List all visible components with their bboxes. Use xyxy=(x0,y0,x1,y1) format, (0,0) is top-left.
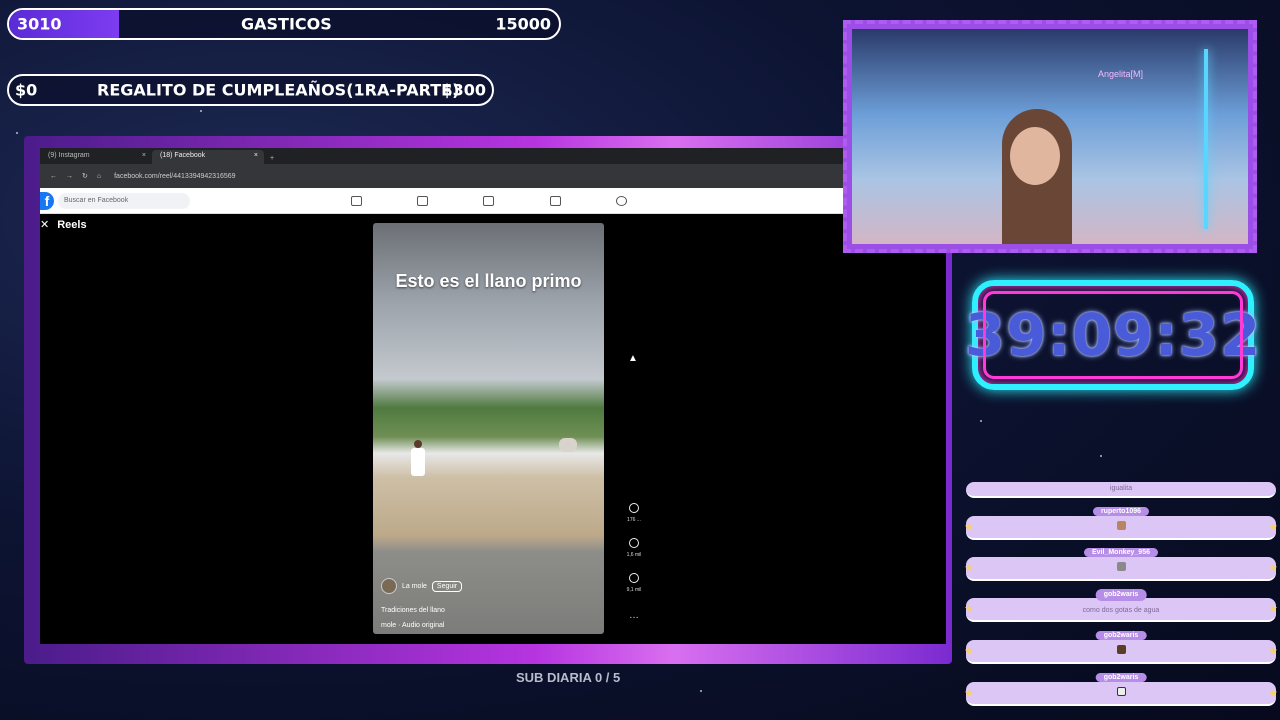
comment-button[interactable]: 1,6 mil xyxy=(624,538,644,558)
chat-username: ruperto1096 xyxy=(1092,507,1150,516)
tab-instagram[interactable]: (9) Instagram × xyxy=(40,150,152,164)
emote-icon xyxy=(1116,562,1126,571)
like-count: 176 ... xyxy=(627,517,641,523)
star-icon: ★ xyxy=(964,687,974,700)
reels-title: Reels xyxy=(57,219,87,231)
url-text[interactable]: facebook.com/reel/4413394942316569 xyxy=(114,173,235,180)
share-icon xyxy=(629,573,639,583)
star xyxy=(980,420,982,422)
chat-text: como dos gotas de agua xyxy=(1082,607,1160,614)
video-caption: Esto es el llano primo xyxy=(395,271,582,291)
goal-target: 15000 xyxy=(495,14,551,34)
comment-icon xyxy=(629,538,639,548)
close-icon[interactable]: × xyxy=(254,152,258,159)
facebook-header: f Buscar en Facebook xyxy=(40,188,946,214)
chat-username: Evil_Monkey_956 xyxy=(1084,548,1158,557)
home-icon[interactable] xyxy=(351,196,362,206)
more-options-icon[interactable]: … xyxy=(624,610,644,621)
mouse-cursor-icon: ▲ xyxy=(628,353,638,364)
follow-button[interactable]: Seguir xyxy=(431,580,463,592)
emote-icon xyxy=(1116,687,1126,696)
goal-bar-regalito: $0 REGALITO DE CUMPLEAÑOS(1RA-PARTE) $30… xyxy=(7,74,494,106)
chat-message: ★ ★ gob2waris xyxy=(964,673,1278,706)
reload-icon[interactable]: ↻ xyxy=(82,172,88,180)
streamer-face xyxy=(1010,127,1060,185)
star-icon: ★ xyxy=(964,521,974,534)
goal-title: GASTICOS xyxy=(241,14,332,34)
goal-current: 3010 xyxy=(17,14,62,34)
star-icon: ★ xyxy=(1268,562,1278,575)
share-count: 9,1 mil xyxy=(626,587,642,593)
star-icon: ★ xyxy=(1268,687,1278,700)
webcam-feed: Angelita[M] xyxy=(852,29,1248,244)
reel-author: La mole Seguir xyxy=(381,578,463,594)
video-person xyxy=(411,440,425,476)
goal-bar-gasticos: 3010 GASTICOS 15000 xyxy=(7,8,561,40)
facebook-logo[interactable]: f xyxy=(40,192,54,210)
author-name[interactable]: La mole xyxy=(402,583,427,590)
chat-username: gob2waris xyxy=(1095,673,1147,682)
goal-current: $0 xyxy=(15,80,38,100)
star-icon: ★ xyxy=(964,645,974,658)
flag-icon[interactable] xyxy=(417,196,428,206)
video-bull xyxy=(559,438,577,452)
like-icon xyxy=(629,503,639,513)
tab-strip: (9) Instagram × (18) Facebook × + xyxy=(40,148,946,164)
reel-description: Tradiciones del llano xyxy=(381,607,445,614)
marketplace-icon[interactable] xyxy=(483,196,494,206)
chat-message: igualita xyxy=(966,482,1276,498)
webcam-overlay: Angelita[M] xyxy=(843,20,1257,253)
star xyxy=(700,690,702,692)
avatar[interactable] xyxy=(381,578,397,594)
star xyxy=(200,110,202,112)
tab-label: (9) Instagram xyxy=(48,152,90,159)
back-icon[interactable]: ← xyxy=(50,173,57,180)
chat-message: ★ ★ gob2waris como dos gotas de agua xyxy=(964,589,1278,622)
address-bar[interactable]: ← → ↻ ⌂ facebook.com/reel/44133949423165… xyxy=(40,164,946,188)
star xyxy=(1100,455,1102,457)
chat-username: gob2waris xyxy=(1095,631,1147,640)
like-button[interactable]: 176 ... xyxy=(624,503,644,523)
star-icon: ★ xyxy=(1268,521,1278,534)
new-tab-icon[interactable]: + xyxy=(264,153,280,164)
tab-label: (18) Facebook xyxy=(160,152,206,159)
neon-sign: Angelita[M] xyxy=(1098,69,1144,79)
chat-username: gob2waris xyxy=(1095,589,1147,601)
stream-timer: 39:09:32 xyxy=(965,280,1260,390)
star-icon: ★ xyxy=(964,603,974,615)
home-icon[interactable]: ⌂ xyxy=(97,173,101,180)
reel-audio[interactable]: mole · Audio original xyxy=(381,622,444,629)
comment-count: 1,6 mil xyxy=(626,552,642,558)
sub-goal-text: SUB DIARIA 0 / 5 xyxy=(516,670,621,685)
neon-light xyxy=(1204,49,1208,229)
goal-target: $300 xyxy=(441,80,486,100)
forward-icon[interactable]: → xyxy=(66,173,73,180)
star xyxy=(16,132,18,134)
share-button[interactable]: 9,1 mil xyxy=(624,573,644,593)
reels-header: ✕ Reels xyxy=(40,218,87,231)
tab-facebook[interactable]: (18) Facebook × xyxy=(152,150,264,164)
timer-value: 39:09:32 xyxy=(964,301,1262,369)
video-icon[interactable] xyxy=(616,196,627,206)
emote-icon xyxy=(1116,645,1126,654)
chat-message: ★ ★ ruperto1096 xyxy=(964,507,1278,540)
search-input[interactable]: Buscar en Facebook xyxy=(58,193,190,209)
megaphone-icon[interactable] xyxy=(550,196,561,206)
star-icon: ★ xyxy=(1268,603,1278,615)
star-icon: ★ xyxy=(1268,645,1278,658)
goal-title: REGALITO DE CUMPLEAÑOS(1RA-PARTE) xyxy=(97,80,460,100)
browser-capture: (9) Instagram × (18) Facebook × + ← → ↻ ⌂ … xyxy=(40,148,946,644)
star-icon: ★ xyxy=(964,562,974,575)
chat-message: ★ ★ gob2waris xyxy=(964,631,1278,664)
close-icon[interactable]: ✕ xyxy=(40,219,49,231)
chat-message: ★ ★ Evil_Monkey_956 xyxy=(964,548,1278,581)
emote-icon xyxy=(1116,521,1126,530)
reel-video[interactable]: Esto es el llano primo La mole Seguir Tr… xyxy=(373,223,604,634)
chat-text: igualita xyxy=(1109,485,1133,492)
close-icon[interactable]: × xyxy=(142,152,146,159)
